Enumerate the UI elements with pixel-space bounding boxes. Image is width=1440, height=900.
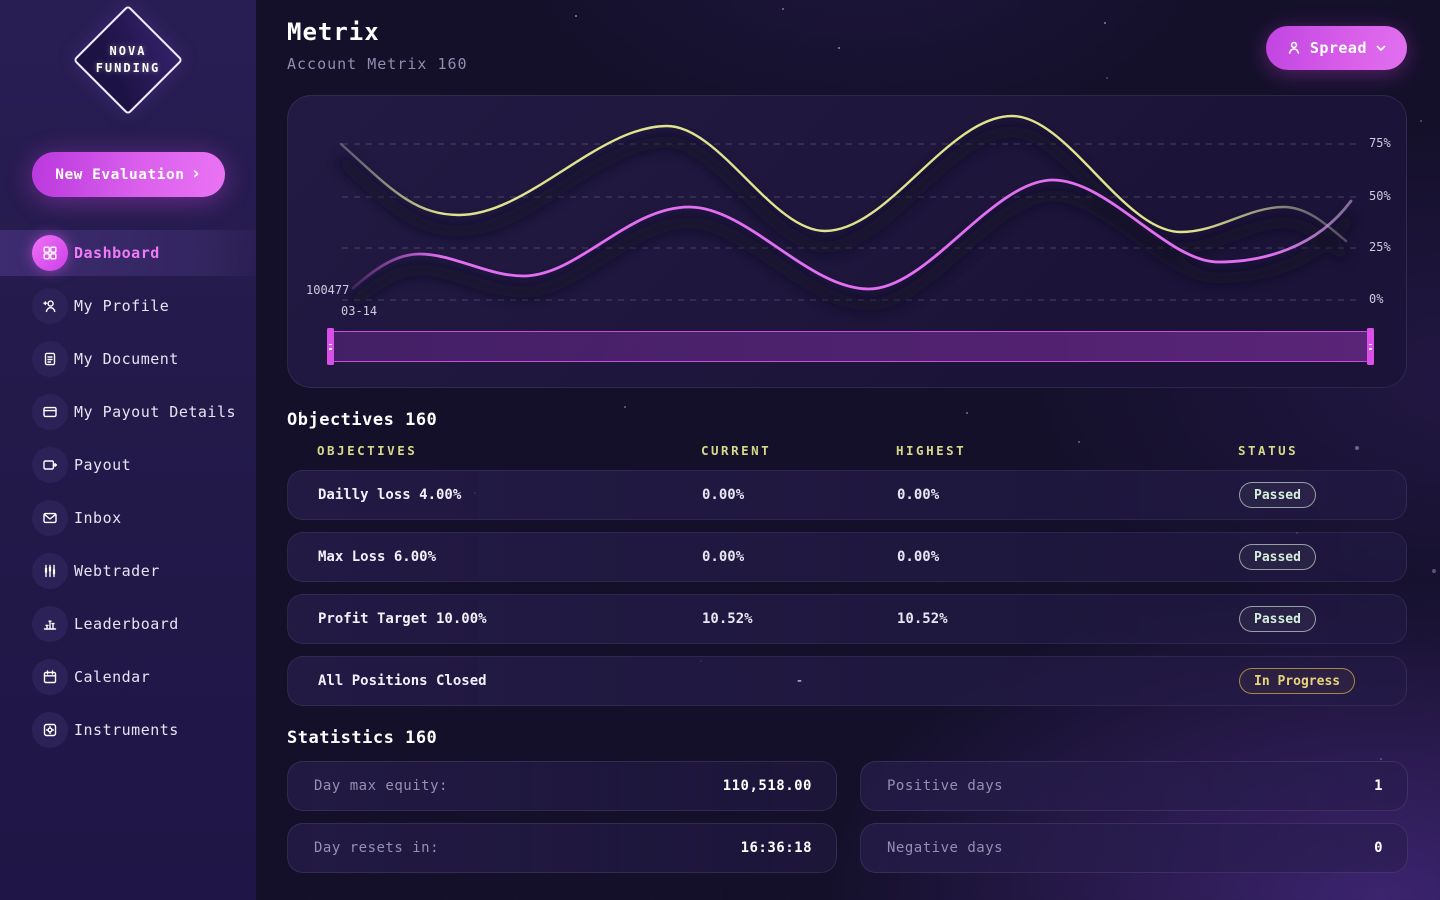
stat-value: 110,518.00 [723, 778, 812, 794]
sidebar-item-label: Inbox [74, 509, 122, 527]
column-header-current: CURRENT [701, 443, 896, 458]
objective-row: Profit Target 10.00% 10.52% 10.52% Passe… [287, 594, 1407, 644]
page-subtitle: Account Metrix 160 [287, 55, 468, 73]
nova-funding-logo: NOVA FUNDING [0, 0, 256, 118]
status-badge: Passed [1239, 482, 1316, 508]
status-badge: Passed [1239, 606, 1316, 632]
sidebar-item-label: My Profile [74, 297, 169, 315]
stat-label: Day max equity: [314, 778, 448, 794]
objectives-section: Objectives 160 OBJECTIVES CURRENT HIGHES… [287, 410, 1407, 706]
sidebar: NOVA FUNDING New Evaluation › Dashboard … [0, 0, 256, 900]
envelope-icon [42, 510, 58, 526]
objective-name: Profit Target 10.00% [288, 611, 702, 627]
objective-current: 0.00% [702, 487, 897, 503]
y-axis-tick: 0% [1369, 292, 1383, 306]
user-icon [1286, 40, 1302, 56]
y-axis-tick: 50% [1369, 189, 1391, 203]
stat-value: 1 [1374, 778, 1383, 794]
status-badge: In Progress [1239, 668, 1355, 694]
objective-highest: 0.00% [897, 549, 1239, 565]
stat-card-negative-days: Negative days 0 [860, 823, 1408, 873]
spread-button[interactable]: Spread [1266, 26, 1407, 70]
objective-name: All Positions Closed [288, 673, 702, 689]
column-header-objectives: OBJECTIVES [287, 443, 701, 458]
profile-icon [42, 298, 58, 314]
sidebar-item-label: Calendar [74, 668, 150, 686]
chart-start-value: 100477 [306, 283, 349, 297]
sidebar-item-webtrader[interactable]: Webtrader [0, 548, 256, 594]
stat-label: Day resets in: [314, 840, 439, 856]
sidebar-item-my-profile[interactable]: My Profile [0, 283, 256, 329]
objective-row: Max Loss 6.00% 0.00% 0.00% Passed [287, 532, 1407, 582]
new-evaluation-label: New Evaluation [55, 167, 184, 183]
y-axis-tick: 75% [1369, 136, 1391, 150]
objective-current: 10.52% [702, 611, 897, 627]
brand-name-line2: FUNDING [96, 60, 161, 77]
new-evaluation-button[interactable]: New Evaluation › [32, 152, 225, 197]
statistics-heading: Statistics 160 [287, 728, 1408, 748]
sidebar-item-dashboard[interactable]: Dashboard [0, 230, 256, 276]
sidebar-item-label: Payout [74, 456, 131, 474]
sidebar-item-label: My Document [74, 350, 179, 368]
instruments-gear-icon [42, 722, 58, 738]
sidebar-item-payout[interactable]: Payout [0, 442, 256, 488]
objective-name: Max Loss 6.00% [288, 549, 702, 565]
chart-range-slider[interactable] [329, 331, 1372, 362]
credit-card-icon [42, 404, 58, 420]
statistics-grid: Day max equity: 110,518.00 Positive days… [287, 761, 1408, 873]
sidebar-item-inbox[interactable]: Inbox [0, 495, 256, 541]
slider-handle-right[interactable] [1367, 328, 1374, 365]
objective-name: Dailly loss 4.00% [288, 487, 702, 503]
y-axis-tick: 25% [1369, 240, 1391, 254]
stat-label: Positive days [887, 778, 1003, 794]
column-header-highest: HIGHEST [896, 443, 1238, 458]
document-icon [42, 351, 58, 367]
sidebar-item-calendar[interactable]: Calendar [0, 654, 256, 700]
calendar-icon [42, 669, 58, 685]
stat-card-day-max-equity: Day max equity: 110,518.00 [287, 761, 837, 811]
sidebar-item-label: My Payout Details [74, 403, 236, 421]
sidebar-item-leaderboard[interactable]: Leaderboard [0, 601, 256, 647]
sidebar-item-label: Instruments [74, 721, 179, 739]
spread-label: Spread [1310, 39, 1367, 57]
chart-smoke-shadow [341, 132, 1351, 305]
sidebar-item-label: Dashboard [74, 244, 160, 262]
slider-handle-left[interactable] [327, 328, 334, 365]
main-content: Metrix Account Metrix 160 Spread [256, 0, 1440, 900]
equity-chart-card: 75% 50% 25% 0% 100477 03-14 [287, 95, 1407, 388]
dashboard-icon [42, 245, 58, 261]
bar-chart-icon [42, 616, 58, 632]
chart-start-date: 03-14 [341, 304, 377, 318]
candlestick-icon [42, 563, 58, 579]
column-header-status: STATUS [1238, 443, 1407, 458]
stat-value: 16:36:18 [741, 840, 812, 856]
stat-label: Negative days [887, 840, 1003, 856]
objective-row: Dailly loss 4.00% 0.00% 0.00% Passed [287, 470, 1407, 520]
sidebar-item-label: Leaderboard [74, 615, 179, 633]
objective-highest: 0.00% [897, 487, 1239, 503]
sidebar-item-label: Webtrader [74, 562, 160, 580]
status-badge: Passed [1239, 544, 1316, 570]
chevron-down-icon [1375, 42, 1387, 54]
page-title: Metrix [287, 18, 380, 46]
objective-current: - [702, 673, 897, 689]
objective-row: All Positions Closed - In Progress [287, 656, 1407, 706]
objective-current: 0.00% [702, 549, 897, 565]
stat-card-positive-days: Positive days 1 [860, 761, 1408, 811]
stat-card-day-resets-in: Day resets in: 16:36:18 [287, 823, 837, 873]
sidebar-nav: Dashboard My Profile My Document My Payo… [0, 230, 256, 753]
chevron-right-icon: › [190, 163, 201, 184]
objectives-column-headers: OBJECTIVES CURRENT HIGHEST STATUS [287, 442, 1407, 458]
objective-highest: 10.52% [897, 611, 1239, 627]
sidebar-item-instruments[interactable]: Instruments [0, 707, 256, 753]
stat-value: 0 [1374, 840, 1383, 856]
sidebar-item-my-document[interactable]: My Document [0, 336, 256, 382]
brand-name-line1: NOVA [96, 43, 161, 60]
objectives-heading: Objectives 160 [287, 410, 1407, 430]
sidebar-item-my-payout-details[interactable]: My Payout Details [0, 389, 256, 435]
wallet-arrow-icon [42, 457, 58, 473]
statistics-section: Statistics 160 Day max equity: 110,518.0… [287, 728, 1408, 873]
